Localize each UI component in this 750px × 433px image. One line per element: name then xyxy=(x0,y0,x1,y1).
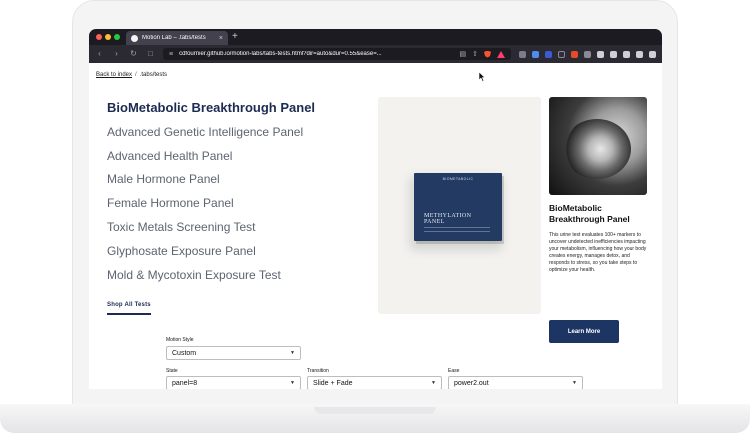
state-value: panel=8 xyxy=(172,379,198,387)
ease-select[interactable]: power2.out ▼ xyxy=(448,376,583,389)
product-box-fine-print xyxy=(424,227,490,232)
breadcrumb: Back to index / .tabs/tests xyxy=(96,72,167,78)
extension-icon-4[interactable] xyxy=(558,50,565,58)
reader-view-icon[interactable]: ▤ xyxy=(460,51,467,58)
browser-tab[interactable]: Motion Lab – .tabs/tests × xyxy=(126,31,228,45)
transition-label: Transition xyxy=(307,368,329,374)
address-bar[interactable]: ≡ cdfournier.github.io/motion-labs/tabs-… xyxy=(163,48,511,60)
test-tab-biometabolic[interactable]: BioMetabolic Breakthrough Panel xyxy=(107,99,315,123)
state-label: State xyxy=(166,368,178,374)
forward-arrow-icon[interactable]: › xyxy=(112,50,121,58)
chevron-down-icon: ▼ xyxy=(572,380,577,386)
laptop-notch xyxy=(314,407,436,414)
test-tab-male-hormone[interactable]: Male Hormone Panel xyxy=(107,170,315,194)
extension-icon-7[interactable] xyxy=(597,50,604,58)
breadcrumb-separator: / xyxy=(135,72,137,78)
ease-label: Ease xyxy=(448,368,460,374)
transition-select[interactable]: Slide + Fade ▼ xyxy=(307,376,442,389)
test-tab-list: BioMetabolic Breakthrough Panel Advanced… xyxy=(107,99,315,289)
close-window-button[interactable] xyxy=(96,34,102,40)
close-tab-icon[interactable]: × xyxy=(219,35,223,42)
chevron-down-icon: ▼ xyxy=(290,380,295,386)
extension-icon-8[interactable] xyxy=(610,50,617,58)
minimize-window-button[interactable] xyxy=(105,34,111,40)
favicon-icon xyxy=(131,34,138,42)
reload-icon[interactable]: ↻ xyxy=(129,50,138,58)
product-box-title: METHYLATION PANEL xyxy=(424,213,471,225)
transition-value: Slide + Fade xyxy=(313,379,353,387)
product-hero-image: BIOMETABOLIC METHYLATION PANEL xyxy=(378,97,541,314)
new-tab-button[interactable]: + xyxy=(232,31,238,43)
motion-style-value: Custom xyxy=(172,349,197,357)
product-box: BIOMETABOLIC METHYLATION PANEL xyxy=(414,173,502,241)
site-info-icon[interactable]: ≡ xyxy=(169,51,173,58)
tab-bar: Motion Lab – .tabs/tests × + xyxy=(89,29,662,45)
extension-icon-3[interactable] xyxy=(545,50,552,58)
browser-window: Motion Lab – .tabs/tests × + ‹ › ↻ □ ≡ c… xyxy=(89,29,662,389)
card-title: BioMetabolic Breakthrough Panel xyxy=(549,203,630,224)
motion-style-select[interactable]: Custom ▼ xyxy=(166,346,301,360)
extension-icon-1[interactable] xyxy=(519,50,526,58)
test-tab-mold-mycotoxin[interactable]: Mold & Mycotoxin Exposure Test xyxy=(107,266,315,290)
product-box-brand: BIOMETABOLIC xyxy=(442,177,474,181)
tab-title: Motion Lab – .tabs/tests xyxy=(142,35,206,41)
extension-icon-6[interactable] xyxy=(584,50,591,58)
navigation-toolbar: ‹ › ↻ □ ≡ cdfournier.github.io/motion-la… xyxy=(89,45,662,63)
test-tab-genetic-intelligence[interactable]: Advanced Genetic Intelligence Panel xyxy=(107,123,315,147)
chevron-down-icon: ▼ xyxy=(431,380,436,386)
card-description: This urine test evaluates 100+ markers t… xyxy=(549,232,647,273)
state-select[interactable]: panel=8 ▼ xyxy=(166,376,301,389)
test-detail-card: BioMetabolic Breakthrough Panel This uri… xyxy=(549,97,647,274)
shop-all-tests-link[interactable]: Shop All Tests xyxy=(107,302,151,315)
bookmark-icon[interactable]: □ xyxy=(146,50,155,58)
learn-more-button[interactable]: Learn More xyxy=(549,320,619,343)
downloads-icon[interactable] xyxy=(623,50,630,58)
brave-rewards-icon[interactable] xyxy=(497,50,505,58)
url-text[interactable]: cdfournier.github.io/motion-labs/tabs-te… xyxy=(179,51,453,57)
product-box-title-line2: PANEL xyxy=(424,219,445,225)
motion-style-label: Motion Style xyxy=(166,337,194,343)
chevron-down-icon: ▼ xyxy=(290,350,295,356)
test-tab-toxic-metals[interactable]: Toxic Metals Screening Test xyxy=(107,218,315,242)
back-to-index-link[interactable]: Back to index xyxy=(96,72,132,78)
zoom-window-button[interactable] xyxy=(114,34,120,40)
ease-value: power2.out xyxy=(454,379,489,387)
extension-icon-5[interactable] xyxy=(571,50,578,58)
test-tab-glyphosate[interactable]: Glyphosate Exposure Panel xyxy=(107,242,315,266)
petri-dish-image xyxy=(549,97,647,195)
extensions-toolbar xyxy=(519,50,656,58)
share-icon[interactable]: ⇧ xyxy=(472,51,478,58)
back-arrow-icon[interactable]: ‹ xyxy=(95,50,104,58)
brave-shield-icon[interactable] xyxy=(484,50,491,58)
web-page: Back to index / .tabs/tests BioMetabolic B… xyxy=(89,63,662,389)
test-tab-female-hormone[interactable]: Female Hormone Panel xyxy=(107,194,315,218)
breadcrumb-current: .tabs/tests xyxy=(139,72,168,78)
menu-icon[interactable] xyxy=(649,50,656,58)
test-tab-advanced-health[interactable]: Advanced Health Panel xyxy=(107,147,315,171)
mouse-cursor-icon xyxy=(479,72,486,82)
sidebar-icon[interactable] xyxy=(636,50,643,58)
extension-icon-2[interactable] xyxy=(532,50,539,58)
